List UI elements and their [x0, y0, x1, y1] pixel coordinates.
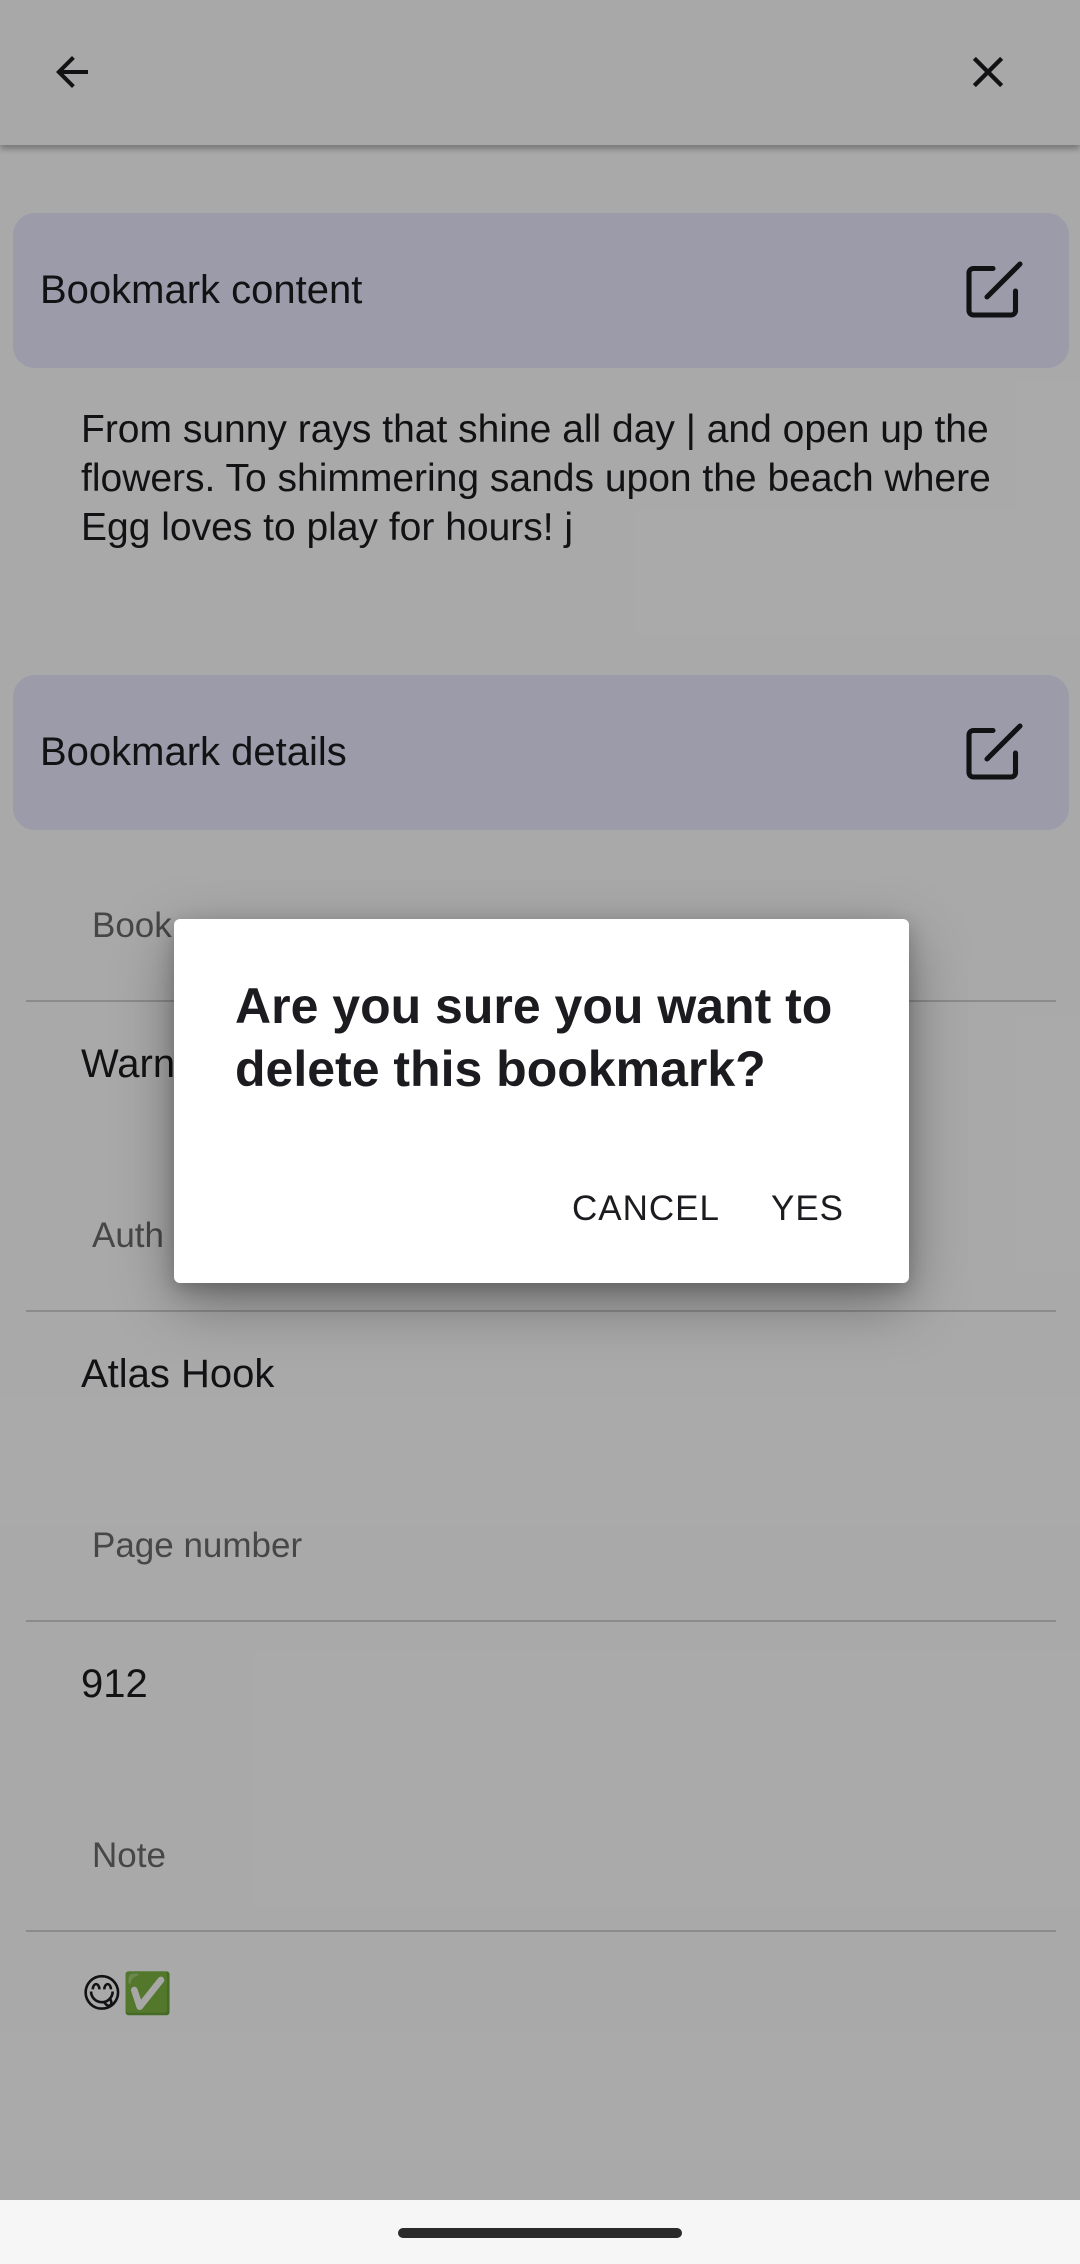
system-navigation-bar [0, 2200, 1080, 2264]
home-gesture-handle[interactable] [398, 2228, 682, 2238]
cancel-button[interactable]: CANCEL [552, 1179, 740, 1239]
dialog-title: Are you sure you want to delete this boo… [235, 978, 833, 1097]
yes-button[interactable]: YES [760, 1179, 855, 1239]
delete-confirmation-dialog: Are you sure you want to delete this boo… [174, 919, 909, 1283]
